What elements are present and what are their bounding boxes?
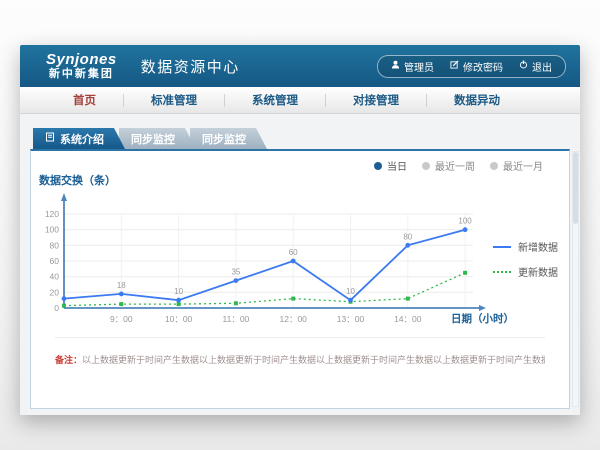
x-tick-label: 13：00: [337, 314, 365, 324]
solid-line-swatch-icon: [493, 246, 511, 248]
data-point-label: 18: [117, 281, 126, 290]
tab-label: 同步监控: [202, 131, 246, 147]
tab-system-intro[interactable]: 系统介绍: [33, 128, 125, 149]
y-tick-label: 0: [54, 303, 59, 313]
data-point-label: 80: [403, 232, 412, 241]
data-point-label: 100: [458, 217, 472, 226]
y-tick-label: 80: [50, 240, 60, 250]
nav-item-home[interactable]: 首页: [46, 92, 123, 108]
data-point-label: 10: [346, 287, 355, 296]
legend-label: 新增数据: [518, 239, 558, 254]
range-option-label: 最近一周: [435, 158, 475, 173]
data-point-label: 10: [174, 287, 183, 296]
y-tick-label: 120: [45, 209, 59, 219]
page-title: 数据资源中心: [141, 56, 240, 77]
nav-item-data-change[interactable]: 数据异动: [427, 92, 527, 108]
y-axis-title: 数据交换（条）: [39, 172, 116, 188]
legend-item-update-data[interactable]: 更新数据: [493, 264, 558, 279]
data-point[interactable]: [463, 271, 467, 275]
data-point[interactable]: [234, 278, 239, 283]
time-range-options: 当日 最近一周 最近一月: [374, 158, 543, 173]
radio-dot-icon: [422, 162, 430, 170]
vertical-scrollbar[interactable]: [572, 151, 579, 407]
y-tick-label: 20: [50, 287, 60, 297]
y-axis-arrow-icon: [61, 193, 67, 201]
data-point[interactable]: [348, 298, 353, 303]
chart-legend: 新增数据 更新数据: [493, 239, 558, 279]
document-icon: [45, 132, 55, 145]
footnote-text: 以上数据更新于时间产生数据以上数据更新于时间产生数据以上数据更新于时间产生数据以…: [82, 355, 545, 365]
change-password-label: 修改密码: [463, 59, 503, 74]
y-tick-label: 100: [45, 225, 59, 235]
y-tick-label: 40: [50, 272, 60, 282]
dotted-line-swatch-icon: [493, 271, 511, 273]
content-area: 系统介绍 同步监控 同步监控 当日 最近一周: [20, 114, 580, 415]
line-chart[interactable]: 0 20 40 60 80 100 120 9：00 10：00 11：00 12：00 13：00 1…: [33, 189, 569, 335]
data-point[interactable]: [62, 304, 66, 308]
tab-bar: 系统介绍 同步监控 同步监控: [33, 128, 267, 149]
x-tick-label: 9：00: [110, 314, 133, 324]
footnote: 备注：以上数据更新于时间产生数据以上数据更新于时间产生数据以上数据更新于时间产生…: [55, 337, 545, 366]
tab-label: 系统介绍: [60, 131, 104, 147]
range-option-label: 最近一月: [503, 158, 543, 173]
user-icon: [391, 60, 400, 72]
change-password-button[interactable]: 修改密码: [450, 59, 503, 74]
radio-dot-icon: [374, 162, 382, 170]
data-point[interactable]: [119, 302, 123, 306]
scrollbar-thumb[interactable]: [573, 152, 578, 224]
data-point[interactable]: [291, 297, 295, 301]
range-option-label: 当日: [387, 158, 407, 173]
range-option-today[interactable]: 当日: [374, 158, 407, 173]
admin-user-label: 管理员: [404, 59, 434, 74]
nav-item-interface-mgmt[interactable]: 对接管理: [326, 92, 426, 108]
data-point-label: 35: [231, 268, 240, 277]
logout-button[interactable]: 退出: [519, 59, 552, 74]
data-point[interactable]: [119, 292, 124, 297]
tab-sync-monitor-2[interactable]: 同步监控: [190, 128, 267, 149]
admin-user-button[interactable]: 管理员: [391, 59, 434, 74]
x-tick-label: 10：00: [165, 314, 193, 324]
user-menu: 管理员 修改密码 退出: [377, 55, 566, 78]
header: Synjones 新中新集团 数据资源中心 管理员 修改密码 退出: [20, 45, 580, 87]
edit-icon: [450, 60, 459, 72]
tab-label: 同步监控: [131, 131, 175, 147]
axes: [64, 199, 479, 308]
data-point[interactable]: [463, 227, 468, 232]
legend-item-new-data[interactable]: 新增数据: [493, 239, 558, 254]
data-point[interactable]: [234, 301, 238, 305]
data-point[interactable]: [62, 296, 67, 301]
data-point-label: 60: [289, 248, 298, 257]
data-point[interactable]: [291, 259, 296, 264]
range-option-last-month[interactable]: 最近一月: [490, 158, 543, 173]
main-nav: 首页 标准管理 系统管理 对接管理 数据异动: [20, 87, 580, 114]
nav-item-standard-mgmt[interactable]: 标准管理: [124, 92, 224, 108]
logout-label: 退出: [532, 59, 552, 74]
data-point[interactable]: [406, 297, 410, 301]
nav-item-system-mgmt[interactable]: 系统管理: [225, 92, 325, 108]
x-tick-label: 11：00: [223, 314, 250, 324]
radio-dot-icon: [490, 162, 498, 170]
y-tick-label: 60: [50, 256, 60, 266]
app-window: Synjones 新中新集团 数据资源中心 管理员 修改密码 退出: [20, 45, 580, 415]
range-option-last-week[interactable]: 最近一周: [422, 158, 475, 173]
data-point[interactable]: [177, 302, 181, 306]
x-axis-title: 日期（小时）: [451, 312, 514, 325]
logo-brand: Synjones: [46, 51, 117, 68]
logo-company-name: 新中新集团: [46, 68, 117, 81]
power-icon: [519, 60, 528, 72]
data-point[interactable]: [405, 243, 410, 248]
data-point[interactable]: [176, 298, 181, 303]
x-tick-label: 12：00: [279, 314, 307, 324]
x-tick-label: 14：00: [394, 314, 422, 324]
company-logo: Synjones 新中新集团: [46, 51, 117, 81]
footnote-prefix: 备注：: [55, 355, 82, 365]
tab-sync-monitor-1[interactable]: 同步监控: [119, 128, 196, 149]
legend-label: 更新数据: [518, 264, 558, 279]
x-axis-arrow-icon: [479, 305, 486, 311]
chart-panel: 当日 最近一周 最近一月 数据交换（条） 0 20 40 60 80 100 120 9：00…: [30, 149, 570, 409]
